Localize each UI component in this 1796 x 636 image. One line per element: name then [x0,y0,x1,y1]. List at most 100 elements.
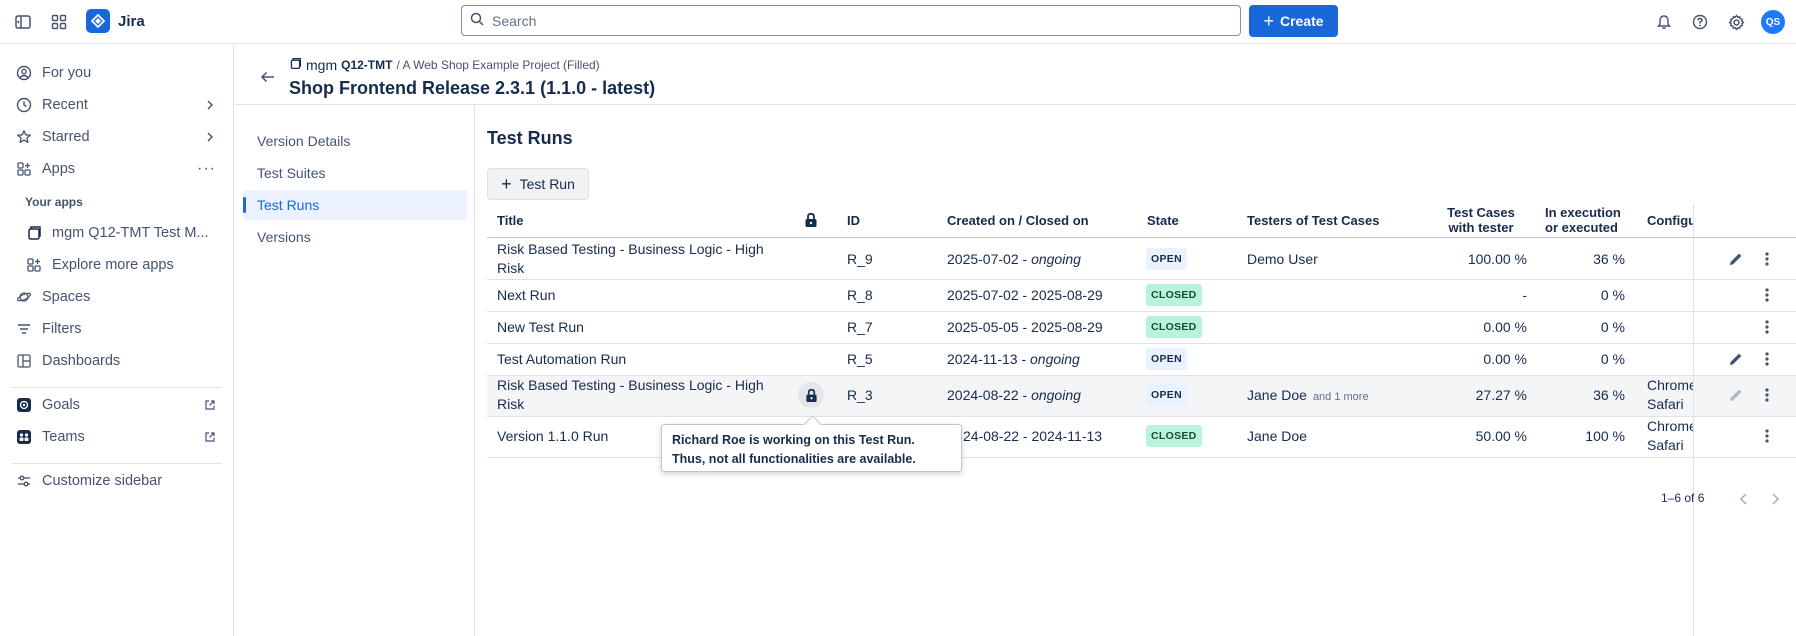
add-test-run-button[interactable]: + Test Run [487,168,589,200]
breadcrumb-project-key[interactable]: Q12-TMT [341,58,392,72]
col-header-testers[interactable]: Testers of Test Cases [1247,213,1379,228]
search-bar[interactable] [461,5,1241,36]
row-title[interactable]: Next Run [497,286,555,305]
row-tc-with-tester: - [1522,287,1527,303]
app-name: Jira [118,12,145,30]
sidebar-item-dashboards[interactable]: Dashboards [10,346,224,376]
your-apps-heading: Your apps [25,195,83,209]
sidebar-item-filters[interactable]: Filters [10,314,224,344]
breadcrumb: mgm Q12-TMT / A Web Shop Example Project… [289,57,600,73]
row-title[interactable]: Risk Based Testing - Business Logic - Hi… [497,240,764,278]
more-horizontal-icon[interactable]: ··· [197,160,216,178]
col-header-configuration[interactable]: Configu [1647,213,1693,228]
sidebar-item-customize[interactable]: Customize sidebar [10,466,224,496]
sidebar: For you Recent Starred Apps ··· Your app… [0,45,234,636]
row-in-execution: 36 % [1593,251,1625,267]
col-header-id[interactable]: ID [847,213,860,228]
edit-pencil-icon[interactable] [1725,348,1747,370]
row-title[interactable]: New Test Run [497,318,584,337]
notifications-bell-icon[interactable] [1653,11,1675,33]
sidebar-toggle-icon[interactable] [12,11,34,33]
more-vertical-icon[interactable] [1756,348,1778,370]
star-icon [14,127,34,147]
section-title: Test Runs [487,128,573,148]
sidebar-item-starred[interactable]: Starred [10,122,224,152]
col-header-in-execution[interactable]: In execution or executed [1545,205,1635,235]
pagination-status: 1–6 of 6 [1661,491,1705,505]
spaces-planet-icon [14,287,34,307]
create-button[interactable]: + Create [1249,5,1338,37]
breadcrumb-project-name[interactable]: / A Web Shop Example Project (Filled) [396,58,599,72]
chevron-left-icon[interactable] [1736,491,1752,507]
config-line: Chrome [1647,418,1693,434]
sidebar-explore-apps[interactable]: Explore more apps [20,250,224,280]
col-header-line: Test Cases [1447,205,1515,220]
back-arrow-icon[interactable] [259,68,279,88]
sidebar-item-recent[interactable]: Recent [10,90,224,120]
row-title[interactable]: Risk Based Testing - Business Logic - Hi… [497,376,764,414]
nav-test-suites[interactable]: Test Suites [243,158,467,188]
search-input[interactable] [492,12,1192,29]
sidebar-item-for-you[interactable]: For you [10,58,224,88]
chevron-right-icon[interactable] [1767,491,1783,507]
clock-icon [14,95,34,115]
settings-gear-icon[interactable] [1725,11,1747,33]
sidebar-item-teams[interactable]: Teams [10,422,224,452]
col-header-state[interactable]: State [1147,213,1179,228]
help-icon[interactable] [1689,11,1711,33]
sidebar-app-label: mgm Q12-TMT Test M... [52,225,209,241]
status-badge: CLOSED [1146,316,1202,338]
nav-test-runs[interactable]: Test Runs [243,190,467,220]
create-button-label: Create [1279,13,1324,29]
status-badge: CLOSED [1146,284,1202,306]
nav-version-details[interactable]: Version Details [243,126,467,156]
row-in-execution: 100 % [1585,428,1625,444]
sidebar-item-label: Dashboards [42,353,121,369]
dashboard-icon [14,351,34,371]
row-created: 2024-08-22 - [947,387,1032,403]
plus-icon: + [501,174,512,194]
more-vertical-icon[interactable] [1756,248,1778,270]
more-vertical-icon[interactable] [1756,316,1778,338]
external-link-icon [204,431,216,443]
col-header-created[interactable]: Created on / Closed on [947,213,1089,228]
more-vertical-icon[interactable] [1756,425,1778,447]
col-header-title[interactable]: Title [497,213,524,228]
col-header-line: with tester [1448,220,1514,235]
more-testers-link[interactable]: and 1 more [1313,391,1369,403]
row-configuration: Chrome Safari [1647,376,1693,414]
version-left-nav: Version Details Test Suites Test Runs Ve… [235,106,475,636]
app-switcher-icon[interactable] [48,11,70,33]
row-closed: ongoing [1031,251,1081,267]
row-id: R_3 [847,387,873,403]
sidebar-item-label: Recent [42,97,88,113]
col-header-tc-with-tester[interactable]: Test Cases with tester [1446,205,1516,235]
sidebar-item-label: Spaces [42,289,91,305]
chevron-right-icon[interactable] [204,131,216,143]
edit-pencil-icon[interactable] [1725,248,1747,270]
row-tc-with-tester: 27.27 % [1475,387,1527,403]
sidebar-item-spaces[interactable]: Spaces [10,282,224,312]
lock-icon[interactable] [798,382,824,408]
goals-target-icon [14,395,34,415]
chevron-right-icon[interactable] [204,99,216,111]
mgm-app-icon [24,223,44,243]
sidebar-item-label: Starred [42,129,90,145]
row-title[interactable]: Version 1.1.0 Run [497,427,608,446]
user-avatar[interactable]: QS [1761,10,1785,34]
row-created: 2024-11-13 - [947,351,1031,367]
top-navigation-bar: Jira + Create QS [0,0,1796,44]
nav-versions[interactable]: Versions [243,222,467,252]
status-badge: CLOSED [1146,425,1202,447]
sidebar-item-goals[interactable]: Goals [10,390,224,420]
jira-logo[interactable]: Jira [86,9,145,33]
sidebar-app-mgm-q12-tmt[interactable]: mgm Q12-TMT Test M... [20,218,224,248]
sidebar-item-apps[interactable]: Apps ··· [10,154,224,184]
status-badge: OPEN [1146,348,1187,370]
breadcrumb-vendor[interactable]: mgm [306,57,337,73]
more-vertical-icon[interactable] [1756,284,1778,306]
row-title[interactable]: Test Automation Run [497,350,626,369]
config-line: Safari [1647,437,1684,453]
row-closed: ongoing [1031,387,1081,403]
more-vertical-icon[interactable] [1756,384,1778,406]
